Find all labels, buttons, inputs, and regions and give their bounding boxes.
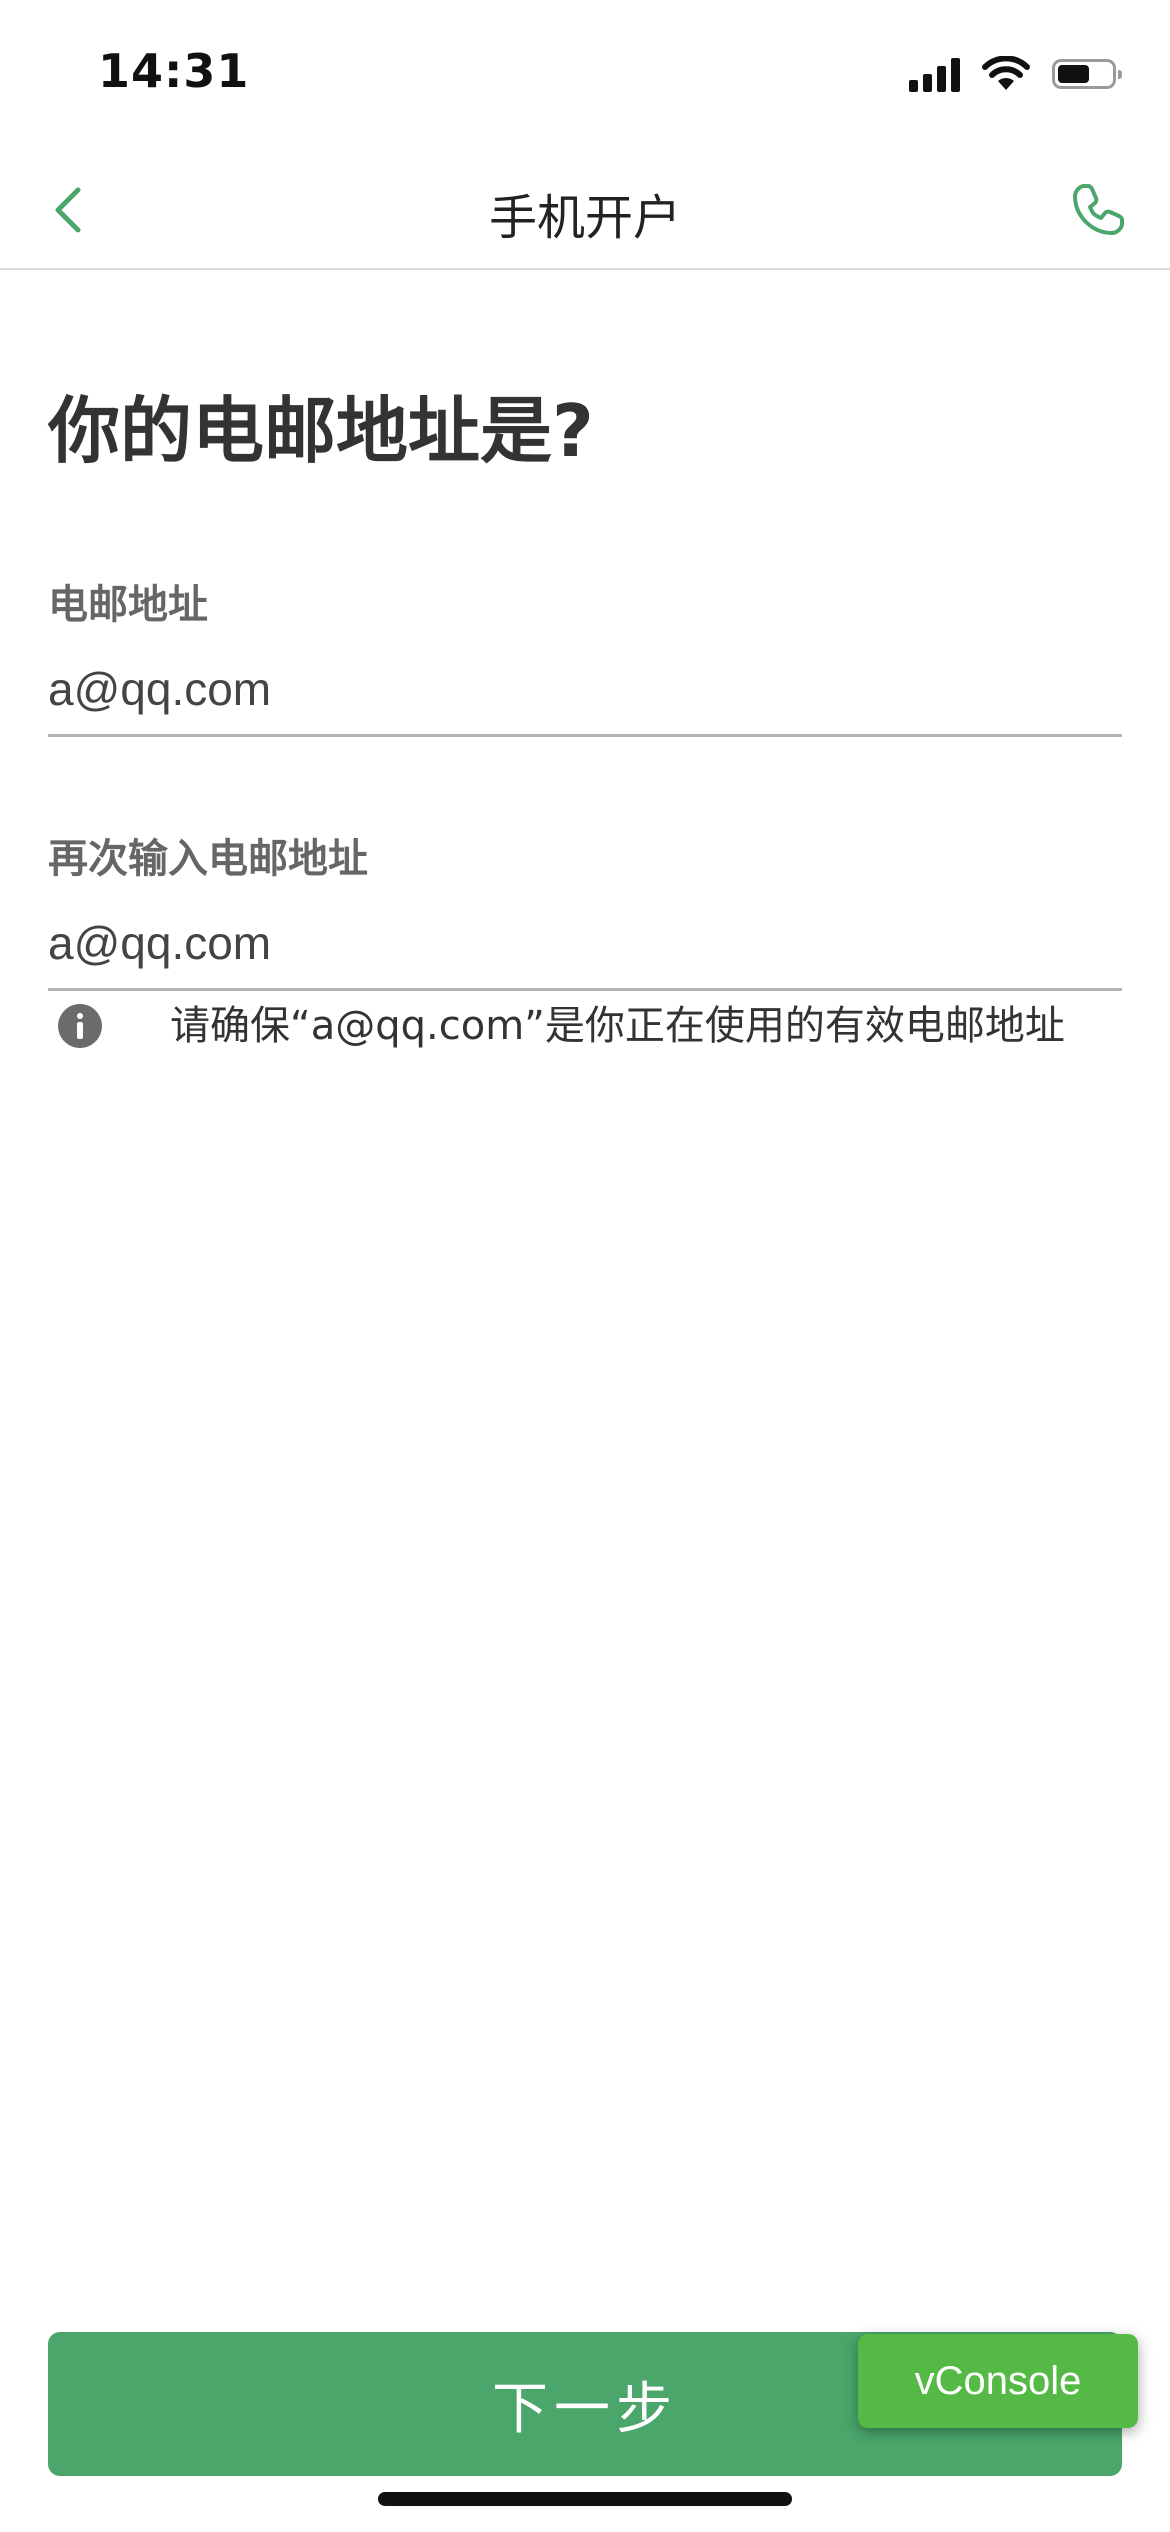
signal-icon [909, 56, 960, 92]
status-icons [909, 54, 1122, 94]
battery-cap [1118, 70, 1122, 79]
battery-fill [1058, 65, 1089, 83]
email-confirm-field-group: 再次输入电邮地址 [48, 826, 1122, 991]
status-time: 14:31 [98, 44, 250, 98]
page-heading: 你的电邮地址是? [48, 389, 594, 473]
email-confirm-label: 再次输入电邮地址 [48, 836, 368, 882]
wifi-icon [982, 56, 1030, 90]
phone-icon[interactable] [1066, 178, 1130, 242]
email-field-group: 电邮地址 [48, 572, 1122, 737]
page-title: 手机开户 [488, 190, 681, 246]
info-icon [58, 1004, 102, 1048]
status-bar: 14:31 [0, 0, 1170, 150]
email-input[interactable] [48, 640, 1122, 737]
vconsole-button[interactable]: vConsole [858, 2334, 1138, 2428]
battery-icon [1052, 59, 1122, 89]
email-hint: 请确保“a@qq.com”是你正在使用的有效电邮地址 [48, 996, 1122, 1056]
email-hint-text: 请确保“a@qq.com”是你正在使用的有效电邮地址 [170, 1003, 1065, 1049]
email-label: 电邮地址 [48, 582, 208, 628]
home-indicator [378, 2492, 792, 2506]
nav-bar: 手机开户 [0, 150, 1170, 270]
email-confirm-input[interactable] [48, 894, 1122, 991]
